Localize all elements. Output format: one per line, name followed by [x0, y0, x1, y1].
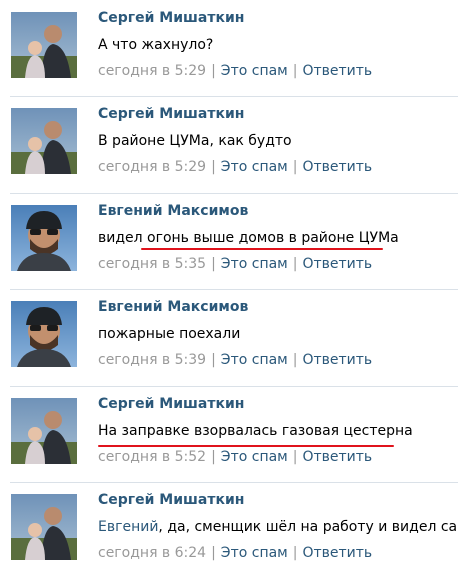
- comment-time[interactable]: сегодня в 5:29: [98, 159, 206, 175]
- comment-author[interactable]: Сергей Мишаткин: [98, 10, 244, 26]
- user-photo-sergey[interactable]: [11, 12, 77, 78]
- comment-item: Сергей Мишаткин Евгений, да, сменщик шёл…: [0, 482, 458, 579]
- comment-time[interactable]: сегодня в 5:35: [98, 256, 206, 272]
- separator: |: [292, 159, 298, 175]
- highlight-underline: [98, 445, 394, 447]
- reply-link[interactable]: Ответить: [302, 256, 372, 272]
- comment-divider: [10, 386, 458, 387]
- spam-link[interactable]: Это спам: [221, 256, 288, 272]
- comment-time[interactable]: сегодня в 5:39: [98, 352, 206, 368]
- separator: |: [292, 545, 298, 561]
- user-photo-sergey[interactable]: [11, 398, 77, 464]
- spam-link[interactable]: Это спам: [221, 545, 288, 561]
- user-photo-evgeny[interactable]: [11, 301, 77, 367]
- separator: |: [211, 159, 216, 175]
- comment-item: Евгений Максимов пожарные поехали сегодн…: [0, 289, 458, 386]
- reply-link[interactable]: Ответить: [302, 545, 372, 561]
- comment-item: Евгений Максимов видел огонь выше домов …: [0, 193, 458, 290]
- highlighted-text: На заправке взорвалась газовая цестерна: [98, 423, 413, 439]
- comment-divider: [10, 289, 458, 290]
- comment-author[interactable]: Евгений Максимов: [98, 299, 248, 315]
- comment-time[interactable]: сегодня в 5:29: [98, 63, 206, 79]
- comment-text: Евгений, да, сменщик шёл на работу и вид…: [98, 519, 458, 535]
- comment-text-body: , да, сменщик шёл на работу и видел сам: [158, 519, 458, 535]
- comment-meta: сегодня в 6:24 | Это спам | Ответить: [98, 545, 372, 561]
- spam-link[interactable]: Это спам: [221, 449, 288, 465]
- reply-link[interactable]: Ответить: [302, 159, 372, 175]
- comment-time[interactable]: сегодня в 5:52: [98, 449, 206, 465]
- separator: |: [292, 352, 298, 368]
- comment-divider: [10, 193, 458, 194]
- separator: |: [211, 449, 216, 465]
- comment-meta: сегодня в 5:29 | Это спам | Ответить: [98, 159, 372, 175]
- comment-divider: [10, 96, 458, 97]
- spam-link[interactable]: Это спам: [221, 352, 288, 368]
- separator: |: [292, 449, 298, 465]
- user-mention-link[interactable]: Евгений: [98, 519, 158, 535]
- separator: |: [292, 256, 298, 272]
- comment-divider: [10, 482, 458, 483]
- comment-item: Сергей Мишаткин А что жахнуло? сегодня в…: [0, 0, 458, 97]
- comment-item: Сергей Мишаткин На заправке взорвалась г…: [0, 386, 458, 483]
- spam-link[interactable]: Это спам: [221, 159, 288, 175]
- separator: |: [211, 256, 216, 272]
- separator: |: [211, 352, 216, 368]
- separator: |: [211, 545, 216, 561]
- comment-item: Сергей Мишаткин В районе ЦУМа, как будто…: [0, 96, 458, 193]
- comment-meta: сегодня в 5:52 | Это спам | Ответить: [98, 449, 372, 465]
- reply-link[interactable]: Ответить: [302, 449, 372, 465]
- comment-meta: сегодня в 5:35 | Это спам | Ответить: [98, 256, 372, 272]
- highlight-underline: [141, 248, 383, 250]
- comment-meta: сегодня в 5:39 | Это спам | Ответить: [98, 352, 372, 368]
- user-photo-sergey[interactable]: [11, 108, 77, 174]
- comment-author[interactable]: Сергей Мишаткин: [98, 492, 244, 508]
- comment-text: А что жахнуло?: [98, 37, 214, 53]
- comment-author[interactable]: Сергей Мишаткин: [98, 396, 244, 412]
- reply-link[interactable]: Ответить: [302, 63, 372, 79]
- reply-link[interactable]: Ответить: [302, 352, 372, 368]
- comment-meta: сегодня в 5:29 | Это спам | Ответить: [98, 63, 372, 79]
- comment-text: В районе ЦУМа, как будто: [98, 133, 292, 149]
- separator: |: [211, 63, 216, 79]
- comment-text-prefix: видел: [98, 230, 148, 246]
- comment-text: На заправке взорвалась газовая цестерна: [98, 423, 413, 439]
- user-photo-evgeny[interactable]: [11, 205, 77, 271]
- user-photo-sergey[interactable]: [11, 494, 77, 560]
- comment-author[interactable]: Евгений Максимов: [98, 203, 248, 219]
- comment-time[interactable]: сегодня в 6:24: [98, 545, 206, 561]
- comment-author[interactable]: Сергей Мишаткин: [98, 106, 244, 122]
- separator: |: [292, 63, 298, 79]
- comment-text: пожарные поехали: [98, 326, 241, 342]
- comment-text: видел огонь выше домов в районе ЦУМа: [98, 230, 399, 246]
- spam-link[interactable]: Это спам: [221, 63, 288, 79]
- highlighted-text: огонь выше домов в районе ЦУМа: [147, 230, 399, 246]
